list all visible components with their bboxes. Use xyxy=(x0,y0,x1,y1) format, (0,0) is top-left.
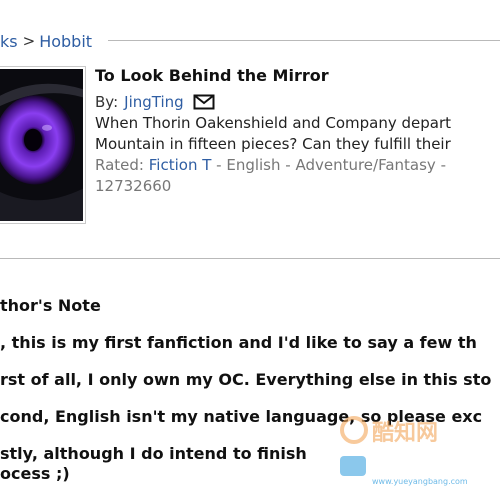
meta-details: - English - Adventure/Fantasy - xyxy=(211,156,446,174)
breadcrumb-parent-link[interactable]: ks xyxy=(0,32,18,51)
chevron-right-icon: > xyxy=(22,32,36,50)
watermark-logo: 酷知网 www.yueyangbang.com xyxy=(340,416,468,486)
story-cover-image[interactable] xyxy=(0,66,86,224)
story-meta: Rated: Fiction T - English - Adventure/F… xyxy=(95,155,500,176)
summary-line: Mountain in fifteen pieces? Can they ful… xyxy=(95,135,451,153)
breadcrumb-current-link[interactable]: Hobbit xyxy=(39,32,92,51)
section-divider xyxy=(0,258,500,259)
by-label: By: xyxy=(95,93,119,111)
envelope-icon[interactable] xyxy=(193,94,215,110)
breadcrumb: ks > Hobbit xyxy=(0,31,92,51)
story-listing: To Look Behind the Mirror By: JingTing W… xyxy=(95,66,500,197)
rating-link[interactable]: Fiction T xyxy=(149,156,212,174)
chapter-paragraph: rst of all, I only own my OC. Everything… xyxy=(0,370,492,389)
watermark-text: 酷知网 xyxy=(372,420,438,446)
story-title[interactable]: To Look Behind the Mirror xyxy=(95,66,500,85)
summary-line: When Thorin Oakenshield and Company depa… xyxy=(95,114,451,132)
chapter-heading: thor's Note xyxy=(0,296,101,315)
story-id: 12732660 xyxy=(95,177,172,195)
breadcrumb-rule xyxy=(108,40,500,41)
story-byline: By: JingTing xyxy=(95,91,500,113)
author-link[interactable]: JingTing xyxy=(124,93,184,111)
story-summary: When Thorin Oakenshield and Company depa… xyxy=(95,113,500,155)
watermark-url: www.yueyangbang.com xyxy=(372,477,468,486)
rated-label: Rated: xyxy=(95,156,144,174)
chapter-paragraph: , this is my first fanfiction and I'd li… xyxy=(0,333,477,352)
